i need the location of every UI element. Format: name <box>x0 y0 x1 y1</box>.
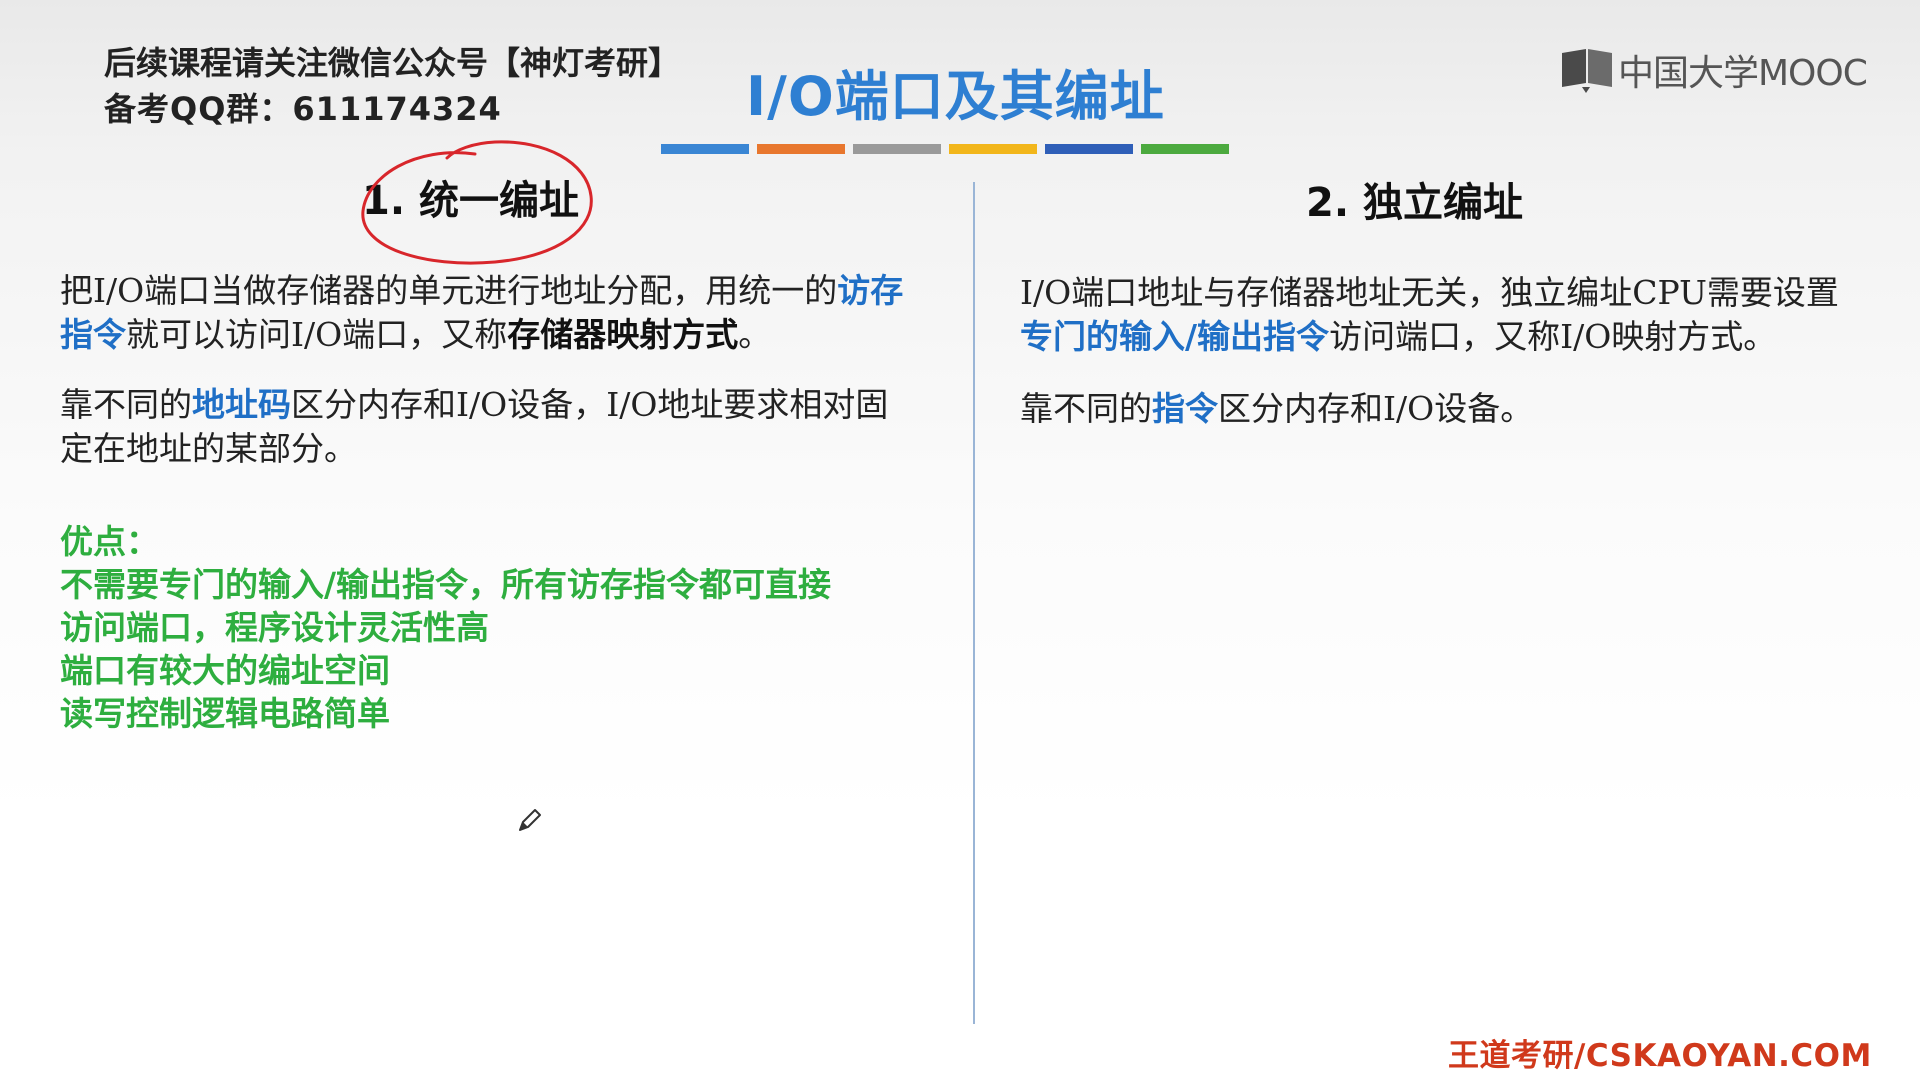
unified-p1-bold: 存储器映射方式 <box>507 315 739 354</box>
color-bar-segment <box>949 144 1037 154</box>
pen-cursor-icon <box>519 809 541 831</box>
independent-p2-highlight: 指令 <box>1152 389 1218 428</box>
unified-para-2: 靠不同的地址码区分内存和I/O设备，I/O地址要求相对固定在地址的某部分。 <box>60 383 920 471</box>
advantages-title: 优点： <box>60 522 159 561</box>
unified-p2-highlight: 地址码 <box>192 385 291 424</box>
slide-title: I/O端口及其编址 <box>746 65 1165 128</box>
unified-para-1: 把I/O端口当做存储器的单元进行地址分配，用统一的访存指令就可以访问I/O端口，… <box>60 269 920 357</box>
wechat-notice: 后续课程请关注微信公众号【神灯考研】 备考QQ群：611174324 <box>104 40 680 132</box>
unified-p1-text-a: 把I/O端口当做存储器的单元进行地址分配，用统一的 <box>60 271 838 310</box>
color-bar <box>661 144 1229 154</box>
independent-para-1: I/O端口地址与存储器地址无关，独立编址CPU需要设置专门的输入/输出指令访问端… <box>1020 271 1870 359</box>
advantage-item: 端口有较大的编址空间 <box>60 651 390 690</box>
independent-p1-text-c: 访问端口，又称I/O映射方式。 <box>1329 317 1777 356</box>
color-bar-segment <box>1045 144 1133 154</box>
unified-p1-text-e: 。 <box>738 315 772 354</box>
advantage-item: 不需要专门的输入/输出指令，所有访存指令都可直接 <box>60 565 832 604</box>
book-logo-icon <box>1562 49 1612 93</box>
independent-para-2: 靠不同的指令区分内存和I/O设备。 <box>1020 387 1870 431</box>
mooc-logo: 中国大学MOOC <box>1560 44 1868 96</box>
color-bar-segment <box>853 144 941 154</box>
unified-p2-text-a: 靠不同的 <box>60 385 192 424</box>
notice-line-1: 后续课程请关注微信公众号【神灯考研】 <box>104 44 681 82</box>
notice-line-2: 备考QQ群：611174324 <box>104 90 502 128</box>
unified-p1-text-c: 就可以访问I/O端口，又称 <box>126 315 508 354</box>
independent-p1-text-a: I/O端口地址与存储器地址无关，独立编址CPU需要设置 <box>1020 273 1839 312</box>
color-bar-segment <box>757 144 845 154</box>
independent-p1-highlight: 专门的输入/输出指令 <box>1020 317 1330 356</box>
advantage-item: 读写控制逻辑电路简单 <box>60 694 390 733</box>
footer-website: 王道考研/CSKAOYAN.COM <box>1448 1038 1872 1074</box>
heading-independent-addressing: 2. 独立编址 <box>1306 180 1523 226</box>
column-divider <box>973 182 975 1024</box>
independent-p2-text-c: 区分内存和I/O设备。 <box>1218 389 1534 428</box>
color-bar-segment <box>1141 144 1229 154</box>
hand-drawn-circle-annotation <box>361 140 593 265</box>
independent-p2-text-a: 靠不同的 <box>1020 389 1152 428</box>
logo-text: 中国大学MOOC <box>1618 53 1868 94</box>
advantages-list: 优点： 不需要专门的输入/输出指令，所有访存指令都可直接 访问端口，程序设计灵活… <box>60 520 831 735</box>
advantage-item: 访问端口，程序设计灵活性高 <box>60 608 489 647</box>
color-bar-segment <box>661 144 749 154</box>
